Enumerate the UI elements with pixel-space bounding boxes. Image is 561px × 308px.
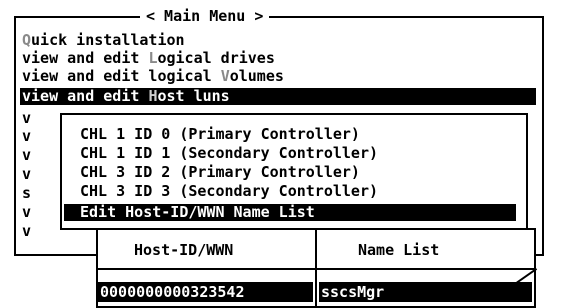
menu-item-host-luns[interactable]: view and edit Host luns bbox=[20, 88, 536, 105]
menu-item-logical-drives[interactable]: view and edit Logical drives bbox=[22, 50, 275, 67]
submenu-item-chl3-id2[interactable]: CHL 3 ID 2 (Primary Controller) bbox=[80, 164, 360, 181]
menu-item-logical-volumes[interactable]: view and edit logical Volumes bbox=[22, 68, 284, 85]
host-id-wwn-table: Host-ID/WWN Name List 0000000000323542 s… bbox=[96, 228, 536, 308]
hotkey: V bbox=[220, 67, 230, 85]
submenu-item-edit-host-id-wwn-name-list[interactable]: Edit Host-ID/WWN Name List bbox=[64, 204, 516, 221]
menu-item-partial[interactable]: v bbox=[22, 147, 34, 164]
menu-item-partial[interactable]: v bbox=[22, 110, 34, 127]
menu-item-quick-installation[interactable]: Quick installation bbox=[22, 32, 185, 49]
column-header-host-id: Host-ID/WWN bbox=[134, 241, 234, 259]
main-menu-title: < Main Menu > bbox=[140, 8, 270, 25]
menu-item-partial[interactable]: v bbox=[22, 128, 34, 145]
hotkey: Q bbox=[22, 31, 32, 49]
header-divider bbox=[98, 268, 534, 270]
menu-item-partial[interactable]: s bbox=[22, 185, 34, 202]
host-id-cell[interactable]: 0000000000323542 bbox=[98, 282, 313, 302]
column-header-name-list: Name List bbox=[358, 241, 440, 259]
submenu-item-chl1-id1[interactable]: CHL 1 ID 1 (Secondary Controller) bbox=[80, 145, 378, 162]
submenu-item-chl3-id3[interactable]: CHL 3 ID 3 (Secondary Controller) bbox=[80, 183, 378, 200]
submenu-item-chl1-id0[interactable]: CHL 1 ID 0 (Primary Controller) bbox=[80, 126, 360, 143]
menu-item-partial[interactable]: v bbox=[22, 223, 34, 240]
menu-item-partial[interactable]: v bbox=[22, 166, 34, 183]
menu-item-partial[interactable]: v bbox=[22, 204, 34, 221]
